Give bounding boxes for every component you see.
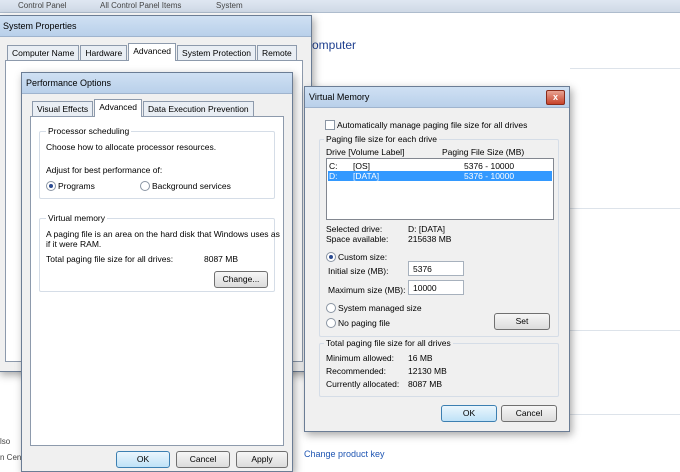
total-paging-group: Total paging file size for all drives Mi… xyxy=(319,338,559,397)
drive-volume-label: [DATA] xyxy=(353,171,380,181)
breadcrumb-item[interactable]: System xyxy=(216,1,243,10)
set-button[interactable]: Set xyxy=(494,313,550,330)
window-title: Virtual Memory xyxy=(305,87,569,108)
tab-remote[interactable]: Remote xyxy=(257,45,297,61)
ok-button[interactable]: OK xyxy=(116,451,170,468)
apply-button[interactable]: Apply xyxy=(236,451,288,468)
drive-paging-size: 5376 - 10000 xyxy=(464,161,515,171)
change-product-key-link[interactable]: Change product key xyxy=(304,449,385,459)
paging-file-group: Paging file size for each drive Drive [V… xyxy=(319,134,559,337)
tab-advanced[interactable]: Advanced xyxy=(128,43,177,61)
selected-drive-value: D: [DATA] xyxy=(408,224,445,234)
system-managed-label[interactable]: System managed size xyxy=(338,303,422,313)
tab-advanced[interactable]: Advanced xyxy=(94,99,142,117)
recommended-value: 12130 MB xyxy=(408,366,447,376)
space-available-value: 215638 MB xyxy=(408,234,452,244)
drive-list[interactable]: C: [OS] 5376 - 10000 D: [DATA] 5376 - 10… xyxy=(326,158,554,220)
no-paging-file-radio[interactable] xyxy=(326,318,336,328)
ok-button[interactable]: OK xyxy=(441,405,497,422)
maximum-size-label: Maximum size (MB): xyxy=(328,285,406,295)
window-title: Performance Options xyxy=(22,73,292,94)
page-heading: omputer xyxy=(312,38,357,52)
system-managed-radio[interactable] xyxy=(326,303,336,313)
total-paging-label: Total paging file size for all drives: xyxy=(46,254,174,264)
tab-visual-effects[interactable]: Visual Effects xyxy=(32,101,94,117)
currently-allocated-label: Currently allocated: xyxy=(326,379,400,389)
initial-size-label: Initial size (MB): xyxy=(328,266,389,276)
divider xyxy=(570,414,680,415)
initial-size-input[interactable]: 5376 xyxy=(408,261,464,276)
breadcrumb-item[interactable]: All Control Panel Items xyxy=(100,1,181,10)
drive-letter: D: xyxy=(329,171,338,181)
cancel-button[interactable]: Cancel xyxy=(501,405,557,422)
tab-system-protection[interactable]: System Protection xyxy=(177,45,257,61)
custom-size-radio[interactable] xyxy=(326,252,336,262)
group-title: Total paging file size for all drives xyxy=(324,338,453,348)
drive-letter: C: xyxy=(329,161,338,171)
performance-options-window: Performance Options Visual Effects Advan… xyxy=(21,72,293,472)
sidebar-link[interactable]: n Cen xyxy=(0,453,21,462)
group-title: Virtual memory xyxy=(46,213,107,223)
minimum-allowed-value: 16 MB xyxy=(408,353,433,363)
tab-data-execution-prevention[interactable]: Data Execution Prevention xyxy=(143,101,254,117)
auto-manage-checkbox[interactable] xyxy=(325,120,335,130)
total-paging-value: 8087 MB xyxy=(204,254,239,264)
divider xyxy=(570,208,680,209)
group-title: Paging file size for each drive xyxy=(324,134,440,144)
tab-bar: Visual Effects Advanced Data Execution P… xyxy=(32,99,255,117)
currently-allocated-value: 8087 MB xyxy=(408,379,443,389)
drive-paging-size: 5376 - 10000 xyxy=(464,171,515,181)
divider xyxy=(570,330,680,331)
space-available-label: Space available: xyxy=(326,234,389,244)
window-title: System Properties xyxy=(0,16,311,37)
breadcrumb-item[interactable]: Control Panel xyxy=(18,1,66,10)
vm-description: A paging file is an area on the hard dis… xyxy=(46,229,280,239)
programs-radio[interactable] xyxy=(46,181,56,191)
column-header-size: Paging File Size (MB) xyxy=(442,147,525,157)
selected-drive-label: Selected drive: xyxy=(326,224,383,234)
auto-manage-label[interactable]: Automatically manage paging file size fo… xyxy=(337,120,527,130)
drive-row[interactable]: C: [OS] 5376 - 10000 xyxy=(328,161,552,171)
custom-size-label[interactable]: Custom size: xyxy=(338,252,387,262)
cancel-button[interactable]: Cancel xyxy=(176,451,230,468)
group-title: Processor scheduling xyxy=(46,126,132,136)
change-button[interactable]: Change... xyxy=(214,271,268,288)
tab-hardware[interactable]: Hardware xyxy=(80,45,128,61)
maximum-size-input[interactable]: 10000 xyxy=(408,280,464,295)
column-header-drive: Drive [Volume Label] xyxy=(326,147,405,157)
adjust-label: Adjust for best performance of: xyxy=(46,165,163,175)
programs-label[interactable]: Programs xyxy=(58,181,95,191)
recommended-label: Recommended: xyxy=(326,366,387,376)
minimum-allowed-label: Minimum allowed: xyxy=(326,353,395,363)
processor-description: Choose how to allocate processor resourc… xyxy=(46,142,217,152)
tab-panel: Processor scheduling Choose how to alloc… xyxy=(30,116,284,446)
drive-volume-label: [OS] xyxy=(353,161,371,171)
vm-description: if it were RAM. xyxy=(46,239,102,249)
divider xyxy=(570,68,680,69)
tab-bar: Computer Name Hardware Advanced System P… xyxy=(7,43,298,61)
sidebar-link[interactable]: lso xyxy=(0,437,10,446)
virtual-memory-group: Virtual memory A paging file is an area … xyxy=(39,213,280,292)
processor-scheduling-group: Processor scheduling Choose how to alloc… xyxy=(39,126,275,199)
tab-computer-name[interactable]: Computer Name xyxy=(7,45,80,61)
background-services-radio[interactable] xyxy=(140,181,150,191)
close-button[interactable]: x xyxy=(546,90,565,105)
no-paging-file-label[interactable]: No paging file xyxy=(338,318,390,328)
address-bar[interactable]: Control Panel All Control Panel Items Sy… xyxy=(0,0,680,13)
background-services-label[interactable]: Background services xyxy=(152,181,231,191)
virtual-memory-dialog: Virtual Memory x Automatically manage pa… xyxy=(304,86,570,432)
drive-row-selected[interactable]: D: [DATA] 5376 - 10000 xyxy=(328,171,552,181)
